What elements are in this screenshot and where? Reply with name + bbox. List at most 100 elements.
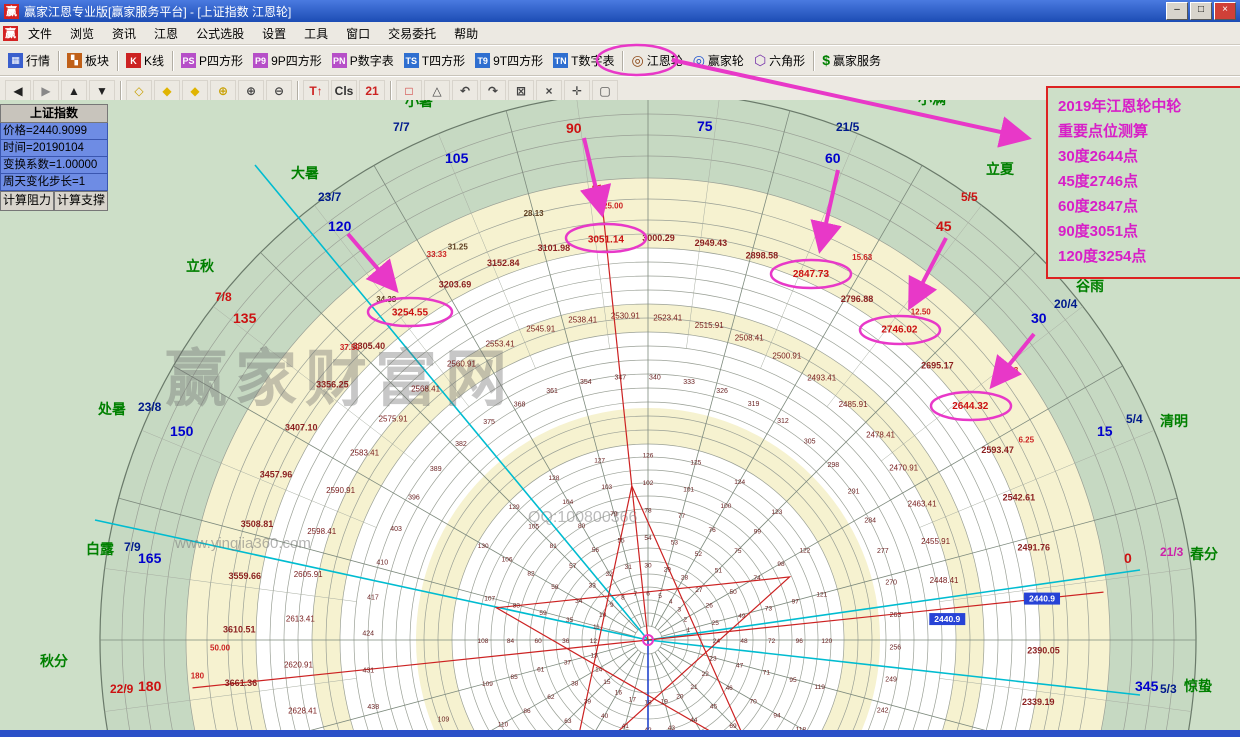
- svg-text:17: 17: [629, 696, 637, 703]
- svg-text:33.33: 33.33: [427, 250, 448, 259]
- kline-button[interactable]: KK线: [121, 50, 169, 71]
- svg-text:105: 105: [528, 524, 539, 531]
- calc-resistance-button[interactable]: 计算阻力: [0, 191, 54, 211]
- svg-text:34.38: 34.38: [376, 295, 397, 304]
- menu-item-0[interactable]: 文件: [19, 25, 61, 43]
- svg-text:2515.91: 2515.91: [695, 321, 724, 330]
- rotate-left-button[interactable]: ↶: [452, 80, 478, 102]
- calendar-21-button[interactable]: 21: [359, 80, 385, 102]
- 9t-square-button[interactable]: T99T四方形: [470, 50, 548, 71]
- svg-text:惊蛰: 惊蛰: [1183, 678, 1212, 694]
- chart-area[interactable]: 赢家财富网www.yingjia360.comQQ:1008003662237.…: [0, 100, 1240, 730]
- svg-text:15: 15: [1097, 423, 1113, 439]
- t-square-icon: TS: [404, 53, 419, 68]
- rect-tool-button[interactable]: □: [396, 80, 422, 102]
- status-strip: [0, 730, 1240, 737]
- app-icon: 赢: [4, 4, 19, 19]
- svg-text:2530.91: 2530.91: [611, 312, 640, 321]
- menu-item-4[interactable]: 公式选股: [187, 25, 253, 43]
- annotation-line-2: 30度2644点: [1058, 144, 1240, 169]
- svg-text:84: 84: [507, 638, 515, 645]
- svg-text:101: 101: [683, 486, 694, 493]
- svg-text:5/4: 5/4: [1126, 412, 1143, 426]
- svg-text:春分: 春分: [1189, 546, 1218, 562]
- hexagon-button[interactable]: ⬡六角形: [749, 50, 810, 71]
- svg-text:立秋: 立秋: [186, 258, 215, 274]
- select-rect-button[interactable]: ▢: [592, 80, 618, 102]
- svg-text:59: 59: [539, 610, 547, 617]
- menu-item-9[interactable]: 帮助: [445, 25, 487, 43]
- minimize-button[interactable]: –: [1166, 2, 1188, 20]
- svg-text:98: 98: [777, 561, 785, 568]
- 9p-square-button[interactable]: P99P四方形: [248, 50, 327, 71]
- diamond-outline-button[interactable]: ◇: [126, 80, 152, 102]
- rotate-right-button[interactable]: ↷: [480, 80, 506, 102]
- forward-button[interactable]: ▶: [33, 80, 59, 102]
- t-table-button[interactable]: TNT数字表: [548, 50, 619, 71]
- svg-text:60: 60: [825, 150, 841, 166]
- svg-text:48: 48: [740, 638, 748, 645]
- up-button[interactable]: ▲: [61, 80, 87, 102]
- p-table-button[interactable]: PNP数字表: [327, 50, 399, 71]
- svg-text:54: 54: [644, 535, 652, 542]
- sectors-button[interactable]: ▚板块: [62, 50, 114, 71]
- triangle-tool-button[interactable]: △: [424, 80, 450, 102]
- menu-item-7[interactable]: 窗口: [337, 25, 379, 43]
- t-up-button[interactable]: T↑: [303, 80, 329, 102]
- close-button[interactable]: ×: [1214, 2, 1236, 20]
- winner-service-button[interactable]: $赢家服务: [817, 50, 886, 71]
- svg-text:2628.41: 2628.41: [288, 706, 317, 715]
- delete-x-button[interactable]: ×: [536, 80, 562, 102]
- svg-text:417: 417: [367, 594, 379, 601]
- svg-text:19: 19: [661, 699, 669, 706]
- gann-wheel-icon: ◎: [631, 53, 643, 68]
- svg-text:6: 6: [646, 590, 650, 597]
- svg-text:2746.02: 2746.02: [881, 325, 918, 336]
- circle-plus-button[interactable]: ⊕: [210, 80, 236, 102]
- zoom-out-button[interactable]: ⊖: [266, 80, 292, 102]
- t-table-label: T数字表: [571, 52, 614, 69]
- svg-text:21/3: 21/3: [1160, 545, 1184, 559]
- maximize-button[interactable]: □: [1190, 2, 1212, 20]
- svg-text:298: 298: [828, 462, 840, 469]
- menu-item-8[interactable]: 交易委托: [379, 25, 445, 43]
- t-square-button[interactable]: TST四方形: [399, 50, 470, 71]
- menu-item-3[interactable]: 江恩: [145, 25, 187, 43]
- svg-text:95: 95: [789, 677, 797, 684]
- p-square-button[interactable]: PSP四方形: [176, 50, 248, 71]
- menu-item-1[interactable]: 浏览: [61, 25, 103, 43]
- svg-text:40: 40: [601, 713, 609, 720]
- svg-text:71: 71: [763, 670, 771, 677]
- filter-button[interactable]: ▼: [89, 80, 115, 102]
- svg-text:60: 60: [535, 638, 543, 645]
- menu-item-5[interactable]: 设置: [253, 25, 295, 43]
- quotes-button[interactable]: ▦行情: [3, 50, 55, 71]
- back-button[interactable]: ◀: [5, 80, 31, 102]
- gann-wheel-button[interactable]: ◎江恩轮: [626, 50, 687, 71]
- svg-text:50: 50: [730, 589, 738, 596]
- winner-wheel-button[interactable]: ◎赢家轮: [688, 50, 749, 71]
- menu-item-6[interactable]: 工具: [295, 25, 337, 43]
- winner-service-label: 赢家服务: [833, 52, 881, 69]
- svg-text:50.00: 50.00: [210, 643, 231, 652]
- p-square-icon: PS: [181, 53, 196, 68]
- diamond-2-button[interactable]: ◆: [182, 80, 208, 102]
- move-cross-button[interactable]: ✛: [564, 80, 590, 102]
- svg-text:25: 25: [712, 620, 720, 627]
- svg-text:56: 56: [592, 547, 600, 554]
- menu-item-2[interactable]: 资讯: [103, 25, 145, 43]
- svg-text:319: 319: [748, 401, 760, 408]
- calc-support-button[interactable]: 计算支撑: [54, 191, 108, 211]
- svg-text:284: 284: [864, 517, 876, 524]
- svg-text:20/4: 20/4: [1054, 297, 1078, 311]
- svg-text:3457.96: 3457.96: [260, 469, 293, 479]
- cls-button[interactable]: Cls: [331, 80, 357, 102]
- svg-text:86: 86: [523, 708, 531, 715]
- svg-text:52: 52: [695, 551, 703, 558]
- 9t-square-label: 9T四方形: [493, 52, 543, 69]
- diamond-1-button[interactable]: ◆: [154, 80, 180, 102]
- svg-text:291: 291: [848, 489, 860, 496]
- boxed-x-button[interactable]: ⊠: [508, 80, 534, 102]
- svg-text:180: 180: [138, 678, 162, 694]
- zoom-in-button[interactable]: ⊕: [238, 80, 264, 102]
